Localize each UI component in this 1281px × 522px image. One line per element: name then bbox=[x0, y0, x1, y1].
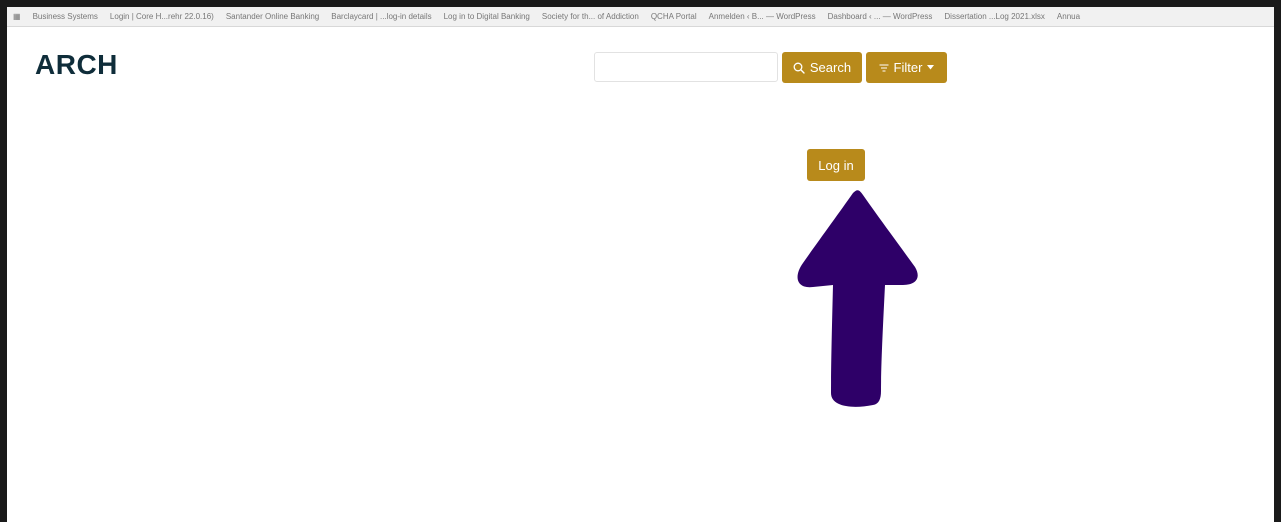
filter-icon bbox=[879, 64, 889, 72]
filter-button-label: Filter bbox=[893, 60, 923, 75]
search-button-label: Search bbox=[809, 60, 852, 75]
site-logo[interactable]: ARCH bbox=[35, 49, 118, 81]
bookmarks-bar: ▦ Business Systems Login | Core H...rehr… bbox=[7, 7, 1274, 27]
arrow-up-icon bbox=[797, 190, 918, 407]
bookmark-item[interactable]: Dashboard ‹ ... — WordPress bbox=[828, 12, 933, 21]
bookmark-item[interactable]: Login | Core H...rehr 22.0.16) bbox=[110, 12, 214, 21]
bookmark-item[interactable]: Anmelden ‹ B... — WordPress bbox=[709, 12, 816, 21]
browser-viewport: ▦ Business Systems Login | Core H...rehr… bbox=[7, 7, 1274, 522]
caret-down-icon bbox=[927, 65, 935, 70]
bookmark-item[interactable]: Barclaycard | ...log-in details bbox=[331, 12, 431, 21]
bookmark-item[interactable]: QCHA Portal bbox=[651, 12, 697, 21]
login-button-label: Log in bbox=[818, 157, 854, 173]
bookmark-item[interactable]: Log in to Digital Banking bbox=[444, 12, 530, 21]
search-button[interactable]: Search bbox=[782, 52, 862, 83]
bookmark-item[interactable]: Santander Online Banking bbox=[226, 12, 319, 21]
bookmark-item[interactable]: Business Systems bbox=[33, 12, 98, 21]
bookmark-grid-icon[interactable]: ▦ bbox=[13, 12, 21, 21]
bookmark-item[interactable]: Dissertation ...Log 2021.xlsx bbox=[944, 12, 1045, 21]
login-button[interactable]: Log in bbox=[807, 149, 865, 181]
search-icon bbox=[793, 62, 805, 74]
bookmark-item[interactable]: Annua bbox=[1057, 12, 1080, 21]
filter-button[interactable]: Filter bbox=[866, 52, 947, 83]
search-input[interactable] bbox=[594, 52, 778, 82]
bookmark-item[interactable]: Society for th... of Addiction bbox=[542, 12, 639, 21]
